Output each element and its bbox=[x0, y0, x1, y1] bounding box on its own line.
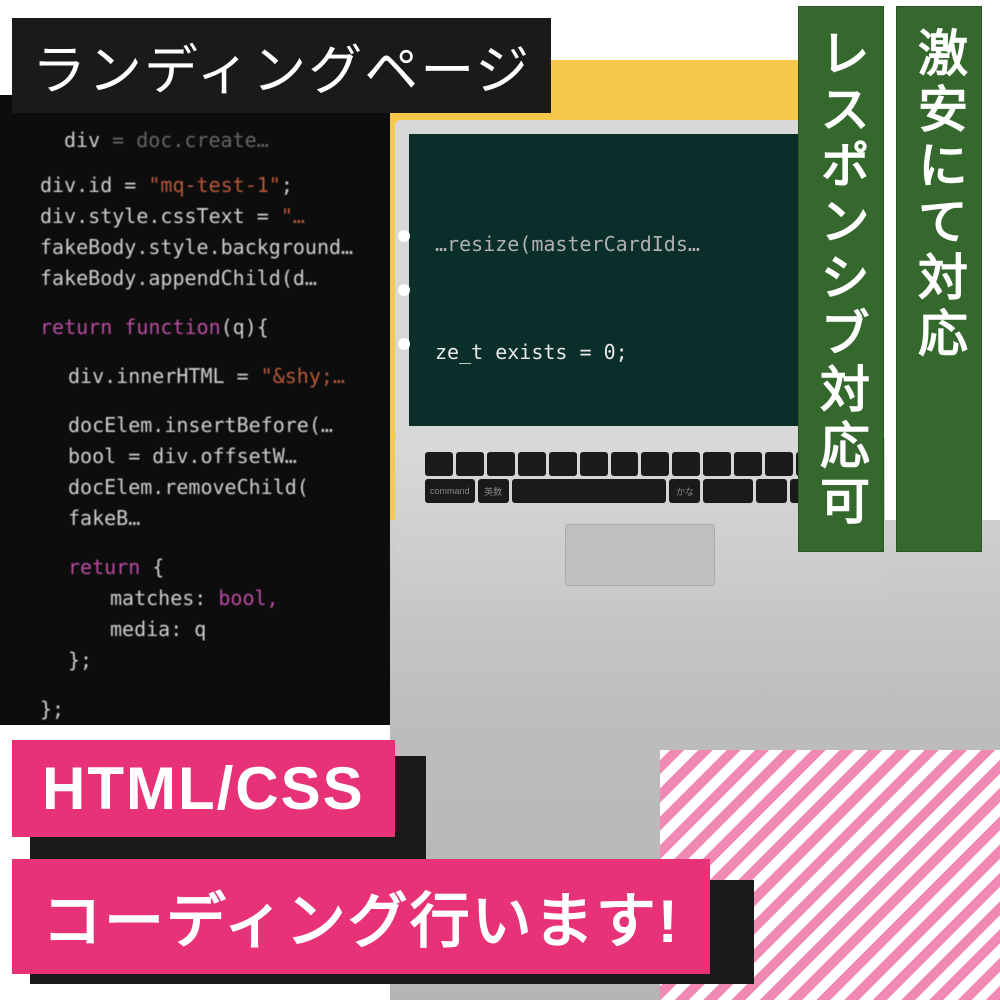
code-token: "mq-test-1" bbox=[148, 173, 280, 197]
code-line: ze_t exists = 0; bbox=[435, 334, 815, 370]
bottom-banner-line1: HTML/CSS bbox=[12, 740, 395, 837]
code-line: …resize(masterCardIds… bbox=[435, 226, 815, 262]
keyboard: command 英数 かな bbox=[425, 452, 855, 512]
dot-icon bbox=[398, 338, 410, 350]
vertical-banner-cheap: 激安にて対応 bbox=[896, 6, 982, 552]
code-line: docElem.removeChild( fakeB… bbox=[40, 472, 374, 534]
code-token: media: bbox=[110, 617, 182, 641]
code-token: "… bbox=[281, 204, 305, 228]
code-token: return bbox=[68, 555, 140, 579]
code-line: docElem.insertBefore(… bbox=[40, 410, 374, 441]
code-token: .id = bbox=[76, 173, 148, 197]
code-token: bool, bbox=[206, 586, 278, 610]
top-banner: ランディングページ bbox=[12, 18, 551, 113]
code-token: div bbox=[64, 128, 100, 152]
code-line: fakeBody.appendChild(d… bbox=[40, 263, 374, 294]
code-token: matches: bbox=[110, 586, 206, 610]
laptop-code: …resize(masterCardIds… ze_t exists = 0; … bbox=[409, 134, 841, 440]
decorative-dots bbox=[398, 230, 410, 350]
vertical-banner-responsive: レスポンシブ対応可 bbox=[798, 6, 884, 552]
code-token: create… bbox=[184, 128, 268, 152]
code-token: q bbox=[182, 617, 206, 641]
code-dark-image: div = doc.create… div.id = "mq-test-1"; … bbox=[0, 95, 390, 725]
code-line: }; bbox=[40, 694, 374, 725]
code-token: div bbox=[68, 364, 104, 388]
code-token: bool bbox=[68, 444, 116, 468]
code-line: }; bbox=[40, 645, 374, 676]
code-token: = div.offsetW… bbox=[116, 444, 297, 468]
bottom-banners: HTML/CSS コーディング行います! bbox=[12, 740, 710, 974]
code-token: = doc. bbox=[100, 128, 184, 152]
dot-icon bbox=[398, 284, 410, 296]
code-token: return bbox=[40, 315, 112, 339]
bottom-banner-line2: コーディング行います! bbox=[12, 859, 710, 974]
code-token: (q){ bbox=[221, 315, 269, 339]
key-kana: かな bbox=[669, 479, 700, 503]
key-space bbox=[512, 479, 667, 503]
code-token: { bbox=[140, 555, 164, 579]
dot-icon bbox=[398, 230, 410, 242]
code-token: div bbox=[40, 173, 76, 197]
code-token: "&shy;… bbox=[261, 364, 345, 388]
code-line: fakeBody.style.background… bbox=[40, 232, 374, 263]
code-token: .style.cssText = bbox=[76, 204, 281, 228]
vertical-banners: レスポンシブ対応可 激安にて対応 bbox=[798, 6, 982, 552]
trackpad bbox=[565, 524, 715, 586]
laptop-screen: …resize(masterCardIds… ze_t exists = 0; … bbox=[395, 120, 855, 440]
code-token: div bbox=[40, 204, 76, 228]
code-token: function bbox=[112, 315, 220, 339]
code-token: .innerHTML = bbox=[104, 364, 261, 388]
key-eisuu: 英数 bbox=[478, 479, 509, 503]
key-command: command bbox=[425, 479, 475, 503]
